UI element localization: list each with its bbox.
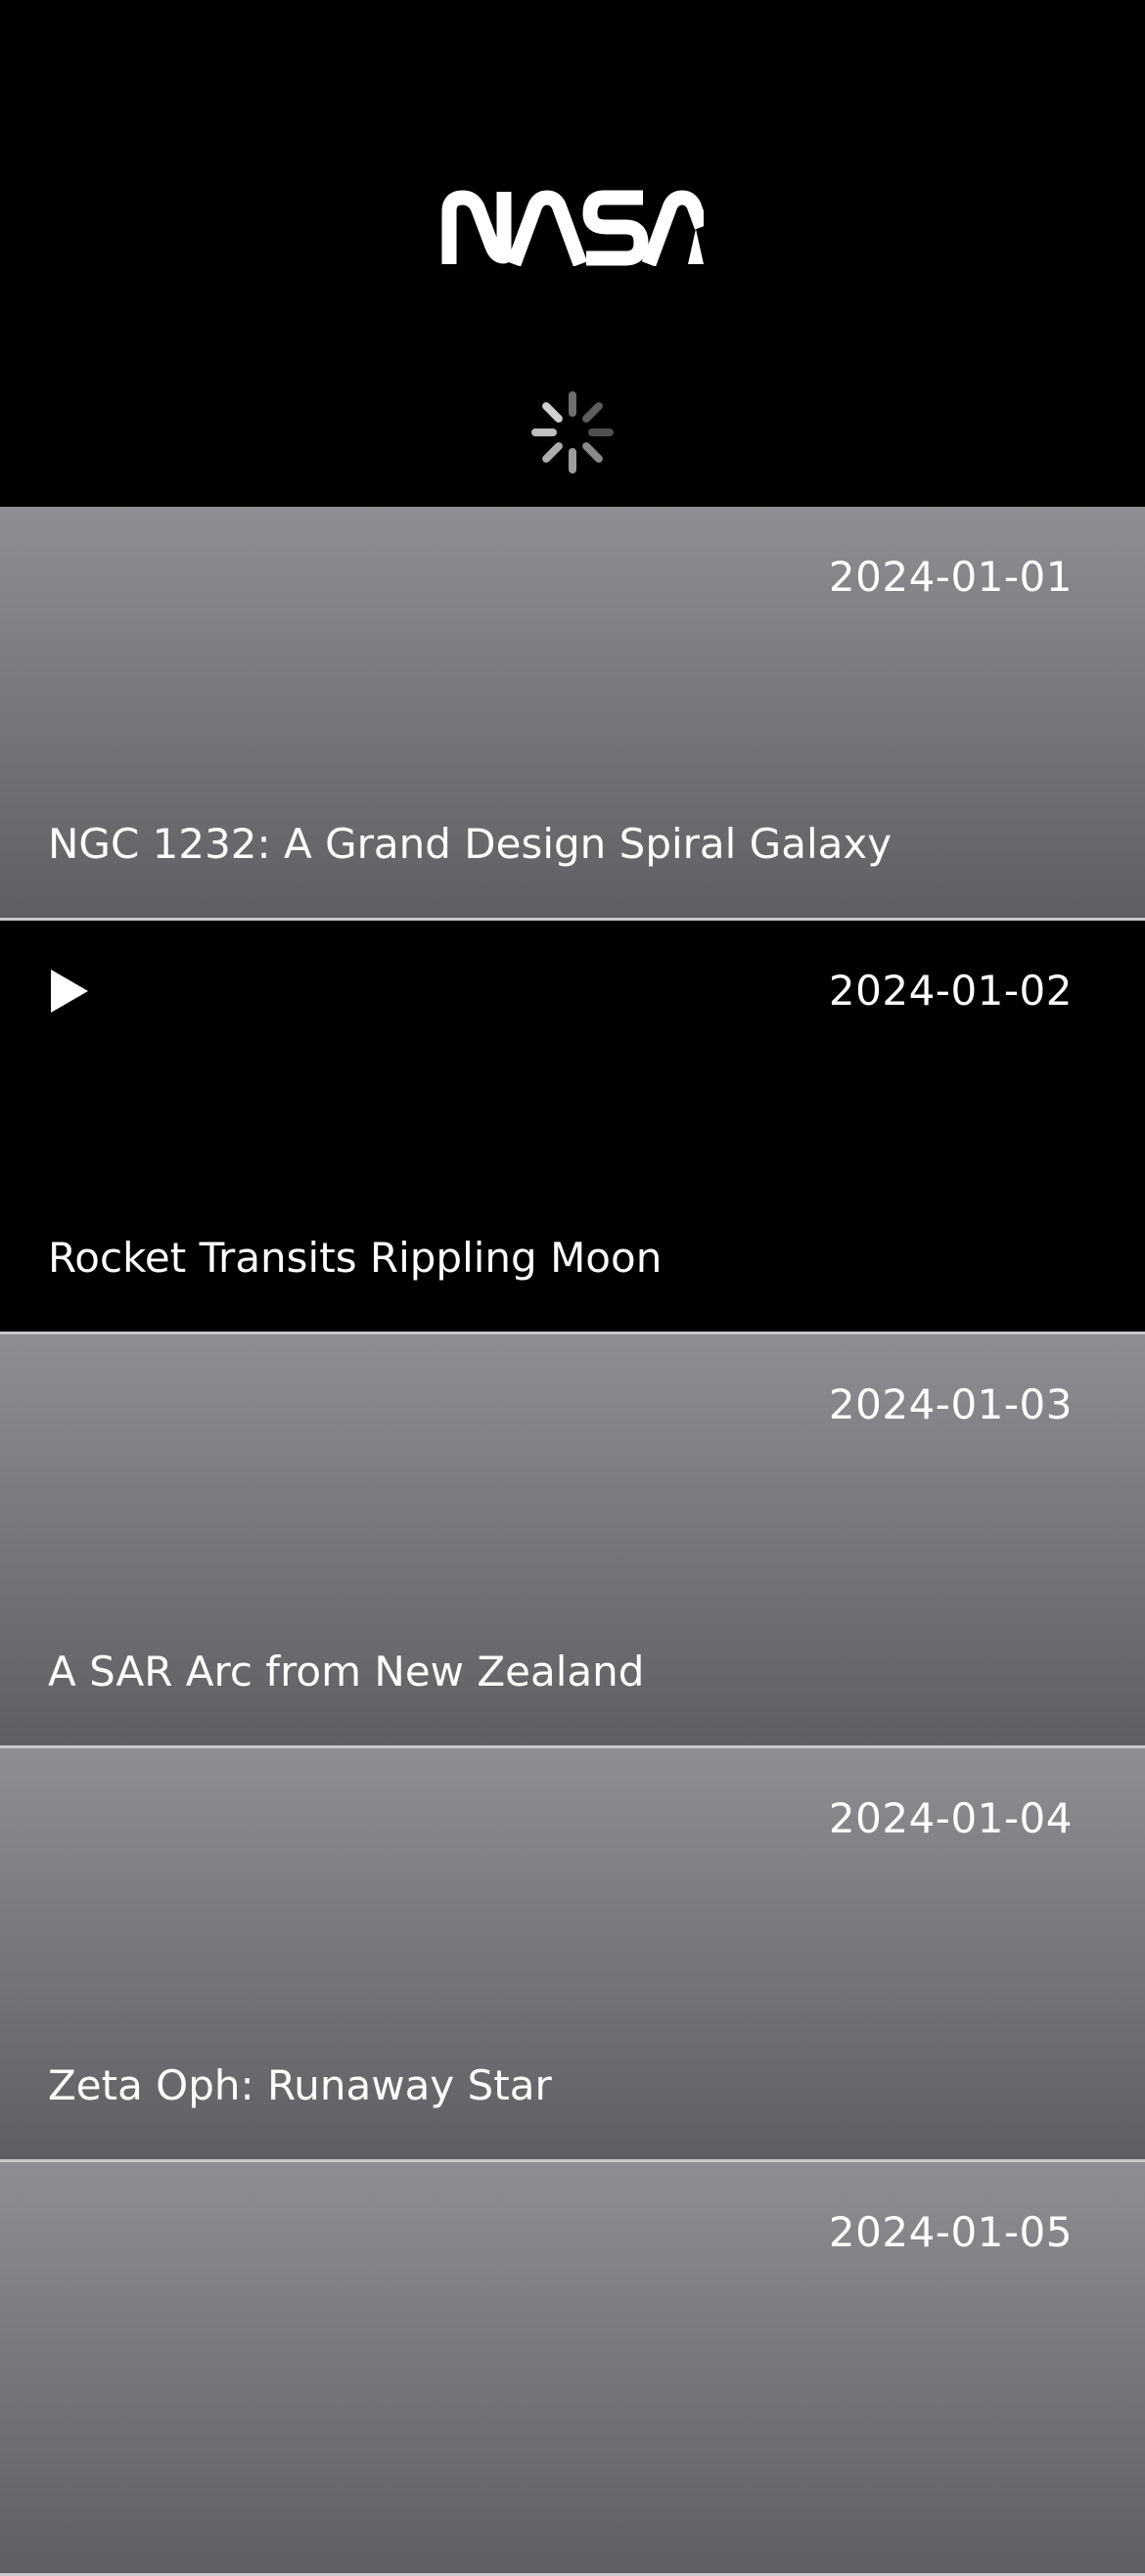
card-date: 2024-01-03	[828, 1380, 1073, 1428]
feed-card-video[interactable]: 2024-01-02 Rocket Transits Rippling Moon	[0, 921, 1145, 1334]
card-title: Zeta Oph: Runaway Star	[48, 2061, 552, 2109]
feed-card[interactable]: 2024-01-01 NGC 1232: A Grand Design Spir…	[0, 507, 1145, 921]
feed-card[interactable]: 2024-01-05	[0, 2162, 1145, 2576]
feed-card[interactable]: 2024-01-04 Zeta Oph: Runaway Star	[0, 1748, 1145, 2162]
card-date: 2024-01-04	[828, 1794, 1073, 1842]
card-title: Rocket Transits Rippling Moon	[48, 1234, 663, 1282]
apod-feed-list: 2024-01-01 NGC 1232: A Grand Design Spir…	[0, 507, 1145, 2576]
loading-spinner-icon	[531, 391, 614, 474]
play-icon	[51, 970, 88, 1013]
card-title: A SAR Arc from New Zealand	[48, 1648, 645, 1695]
feed-card[interactable]: 2024-01-03 A SAR Arc from New Zealand	[0, 1334, 1145, 1748]
card-date: 2024-01-01	[828, 553, 1073, 601]
card-date: 2024-01-05	[828, 2208, 1073, 2256]
card-date: 2024-01-02	[828, 967, 1073, 1015]
card-title: NGC 1232: A Grand Design Spiral Galaxy	[48, 820, 893, 868]
app-header	[0, 0, 1145, 507]
nasa-logo-icon	[441, 190, 704, 266]
